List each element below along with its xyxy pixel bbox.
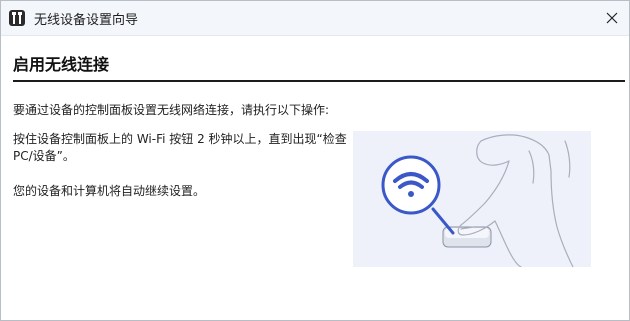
tools-icon xyxy=(7,8,27,28)
instruction-step-2: 您的设备和计算机将自动继续设置。 xyxy=(13,184,206,198)
close-button[interactable] xyxy=(599,5,625,31)
wifi-button-illustration xyxy=(353,131,591,267)
intro-text: 要通过设备的控制面板设置无线网络连接，请执行以下操作: xyxy=(13,103,330,117)
window-title: 无线设备设置向导 xyxy=(34,12,139,28)
page-heading: 启用无线连接 xyxy=(13,55,110,74)
instruction-step-1: 按住设备控制面板上的 Wi-Fi 按钮 2 秒钟以上，直到出现“检查 PC/设备… xyxy=(13,132,347,163)
wizard-window: 无线设备设置向导 启用无线连接 要通过设备的控制面板设置无线网络连接，请执行以下… xyxy=(0,0,630,321)
close-icon xyxy=(606,9,618,28)
heading-divider xyxy=(13,80,625,82)
title-bar: 无线设备设置向导 xyxy=(1,1,629,36)
